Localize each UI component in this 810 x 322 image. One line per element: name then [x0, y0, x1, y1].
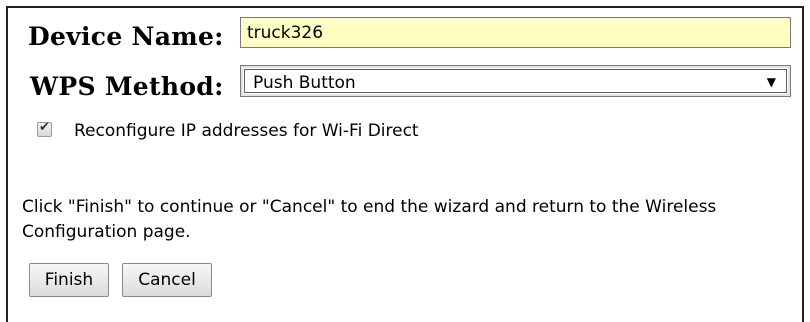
device-name-label: Device Name: — [28, 22, 224, 51]
wps-method-select[interactable]: Push Button ▼ — [240, 65, 791, 97]
reconfigure-ip-checkbox[interactable]: ✔ — [37, 120, 52, 137]
device-name-input[interactable] — [240, 17, 791, 48]
wps-method-select-inner: Push Button ▼ — [244, 69, 787, 93]
wps-method-selected-value: Push Button — [253, 73, 356, 93]
chevron-down-icon: ▼ — [766, 75, 776, 89]
cancel-button[interactable]: Cancel — [122, 263, 212, 297]
reconfigure-ip-label[interactable]: Reconfigure IP addresses for Wi-Fi Direc… — [74, 121, 419, 141]
checkmark-icon: ✔ — [39, 120, 50, 135]
instruction-text: Click "Finish" to continue or "Cancel" t… — [22, 197, 717, 242]
wps-method-label: WPS Method: — [30, 72, 224, 101]
finish-button[interactable]: Finish — [29, 263, 109, 297]
